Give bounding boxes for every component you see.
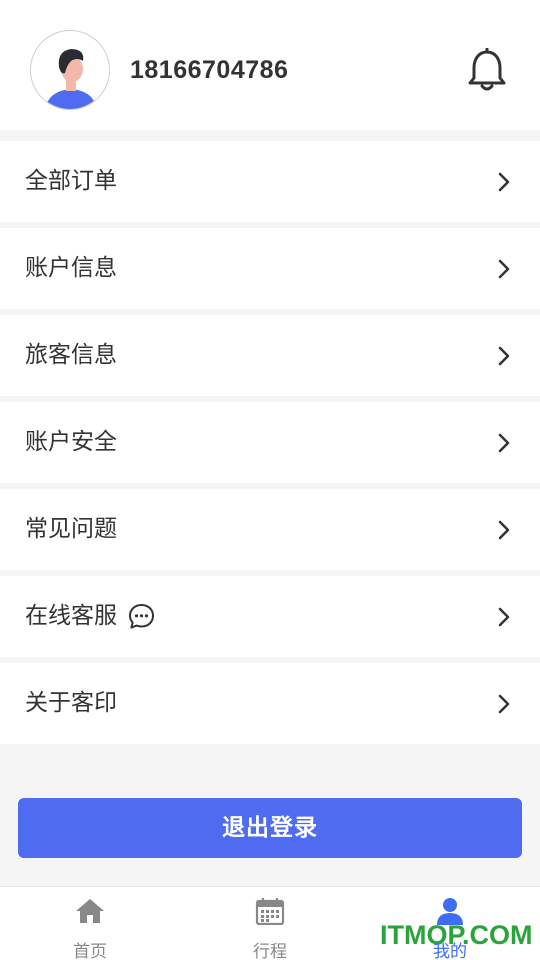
avatar[interactable] <box>30 30 110 110</box>
tab-itinerary[interactable]: 行程 <box>180 887 360 960</box>
user-phone: 18166704786 <box>130 56 289 84</box>
tab-label: 行程 <box>253 942 287 960</box>
chevron-right-icon <box>498 520 510 540</box>
menu-item-about[interactable]: 关于客印 <box>0 663 540 744</box>
chat-bubble-icon <box>129 604 154 629</box>
menu-list: 全部订单 账户信息 旅客信息 账户安全 常见问题 在线客服 关于客印 <box>0 141 540 750</box>
menu-item-label: 关于客印 <box>25 690 117 716</box>
menu-item-online-support[interactable]: 在线客服 <box>0 576 540 657</box>
bell-icon[interactable] <box>466 48 508 92</box>
tab-home[interactable]: 首页 <box>0 887 180 960</box>
chevron-right-icon <box>498 346 510 366</box>
watermark: ITMOP.COM <box>380 920 533 950</box>
calendar-icon <box>255 898 285 925</box>
menu-item-account-info[interactable]: 账户信息 <box>0 228 540 309</box>
menu-item-label: 账户安全 <box>25 429 117 455</box>
menu-item-label: 账户信息 <box>25 255 117 281</box>
logout-button[interactable]: 退出登录 <box>18 798 522 858</box>
menu-item-label: 全部订单 <box>25 168 117 194</box>
menu-item-label: 旅客信息 <box>25 342 117 368</box>
menu-item-account-security[interactable]: 账户安全 <box>0 402 540 483</box>
menu-item-all-orders[interactable]: 全部订单 <box>0 141 540 222</box>
menu-item-label: 在线客服 <box>25 603 117 629</box>
chevron-right-icon <box>498 172 510 192</box>
user-avatar-icon <box>31 31 109 109</box>
menu-item-label: 常见问题 <box>25 516 117 542</box>
chevron-right-icon <box>498 259 510 279</box>
menu-item-faq[interactable]: 常见问题 <box>0 489 540 570</box>
profile-header: 18166704786 <box>0 0 540 130</box>
tab-label: 首页 <box>73 942 107 960</box>
chevron-right-icon <box>498 433 510 453</box>
profile-page: 18166704786 全部订单 账户信息 旅客信息 账户安全 常见问题 在线客… <box>0 0 540 960</box>
menu-item-passenger-info[interactable]: 旅客信息 <box>0 315 540 396</box>
home-icon <box>76 899 104 923</box>
chevron-right-icon <box>498 694 510 714</box>
chevron-right-icon <box>498 607 510 627</box>
